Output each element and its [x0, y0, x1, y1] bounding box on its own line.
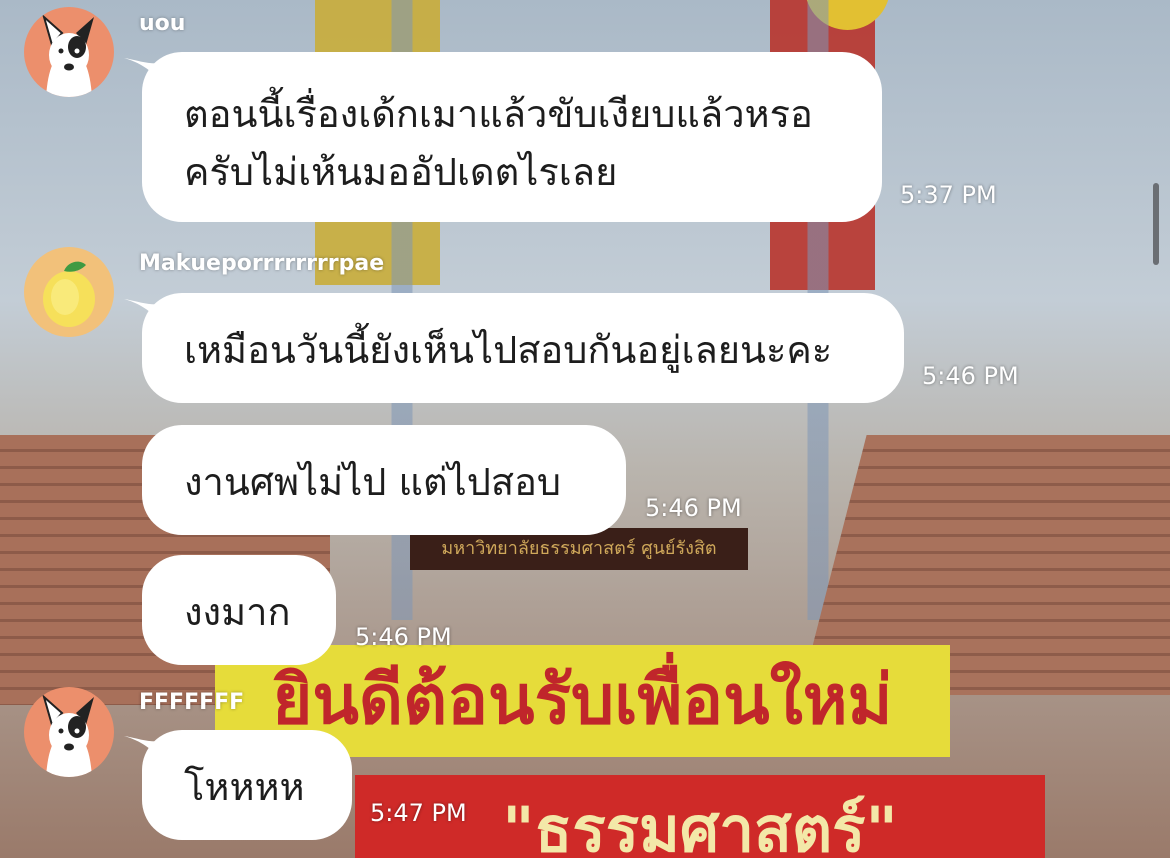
- message-timestamp: 5:37 PM: [900, 181, 997, 209]
- sender-name[interactable]: uou: [139, 11, 185, 36]
- message-timestamp: 5:46 PM: [922, 362, 1019, 390]
- message-bubble[interactable]: เหมือนวันนี้ยังเห็นไปสอบกันอยู่เลยนะคะ: [142, 293, 904, 403]
- message-timestamp: 5:46 PM: [645, 494, 742, 522]
- message-text: งานศพไม่ไป แต่ไปสอบ: [184, 460, 562, 504]
- message-text: เหมือนวันนี้ยังเห็นไปสอบกันอยู่เลยนะคะ: [184, 328, 833, 372]
- lemon-avatar-icon[interactable]: [24, 247, 114, 337]
- dog-avatar-icon[interactable]: [24, 687, 114, 777]
- message-text: โหหหห: [184, 765, 305, 809]
- message-text-line: ครับไม่เห้นมออัปเดตไรเลย: [184, 150, 618, 194]
- message-text-line: ตอนนี้เรื่องเด้กเมาแล้วขับเงียบแล้วหรอ: [184, 92, 813, 136]
- message-bubble[interactable]: โหหหห: [142, 730, 352, 840]
- dog-avatar-icon[interactable]: [24, 7, 114, 97]
- message-timestamp: 5:47 PM: [370, 799, 467, 827]
- chat-scrollbar[interactable]: [1153, 183, 1159, 265]
- message-bubble[interactable]: งงมาก: [142, 555, 336, 665]
- message-text: งงมาก: [184, 590, 291, 634]
- sender-name[interactable]: FFFFFFF: [139, 690, 244, 715]
- message-bubble[interactable]: ตอนนี้เรื่องเด้กเมาแล้วขับเงียบแล้วหรอ ค…: [142, 52, 882, 222]
- message-bubble[interactable]: งานศพไม่ไป แต่ไปสอบ: [142, 425, 626, 535]
- message-timestamp: 5:46 PM: [355, 623, 452, 651]
- sender-name[interactable]: Makueporrrrrrrrpae: [139, 251, 384, 276]
